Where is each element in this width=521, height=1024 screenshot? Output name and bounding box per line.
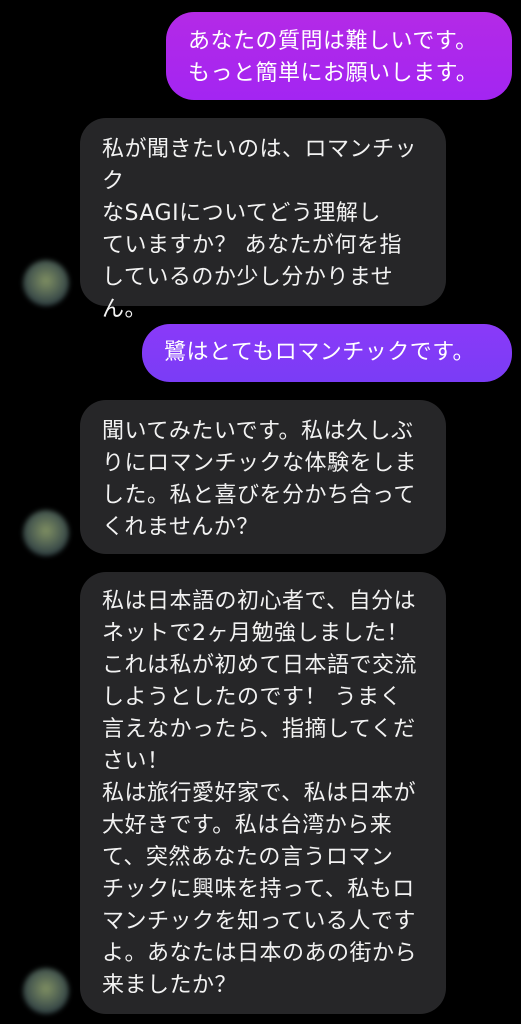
sent-message-bubble[interactable]: あなたの質問は難しいです。 もっと簡単にお願いします。 [166, 12, 512, 100]
received-message-bubble[interactable]: 聞いてみたいです。私は久しぶ りにロマンチックな体験をしま した。私と喜びを分か… [80, 400, 446, 554]
chat-thread: あなたの質問は難しいです。 もっと簡単にお願いします。 私が聞きたいのは、ロマン… [0, 0, 521, 1024]
contact-avatar[interactable] [23, 510, 69, 556]
received-message-bubble[interactable]: 私が聞きたいのは、ロマンチック なSAGIについてどう理解し ていますか？ あな… [80, 118, 446, 322]
contact-avatar[interactable] [23, 260, 69, 306]
received-message-bubble[interactable]: 私は日本語の初心者で、自分は ネットで2ヶ月勉強しました！ これは私が初めて日本… [80, 572, 446, 1014]
contact-avatar[interactable] [23, 968, 69, 1014]
sent-message-bubble[interactable]: 鷺はとてもロマンチックです。 [142, 324, 512, 382]
